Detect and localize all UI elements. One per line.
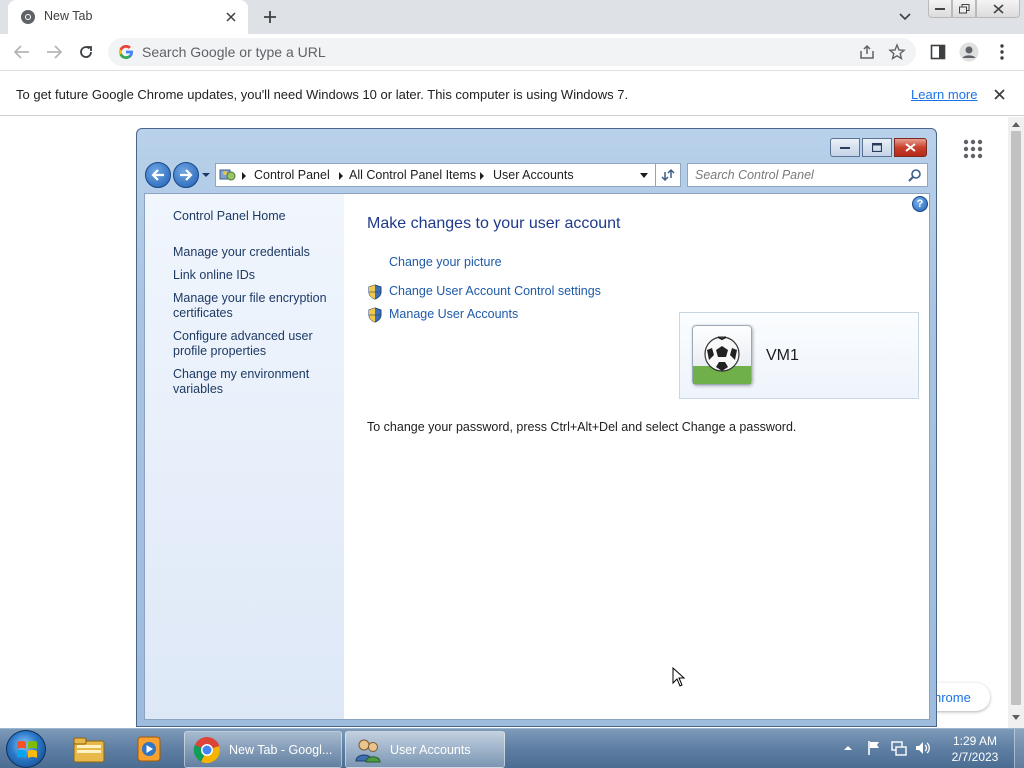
reload-icon[interactable]	[74, 40, 98, 64]
back-arrow-icon[interactable]	[10, 40, 34, 64]
change-picture-link[interactable]: Change your picture	[389, 255, 502, 269]
refresh-button[interactable]	[655, 163, 681, 187]
mouse-cursor-icon	[672, 667, 686, 687]
scrollbar-thumb[interactable]	[1011, 131, 1021, 705]
nav-link-online-ids[interactable]: Link online IDs	[173, 268, 333, 283]
media-player-taskbar-button[interactable]	[124, 731, 174, 767]
explorer-taskbar-button[interactable]	[64, 731, 114, 767]
show-desktop-button[interactable]	[1014, 729, 1024, 768]
breadcrumb-control-panel[interactable]: Control Panel	[254, 168, 330, 182]
address-dropdown-icon[interactable]	[640, 173, 648, 178]
taskbar-item-label: User Accounts	[390, 743, 471, 757]
omnibox-placeholder: Search Google or type a URL	[142, 44, 326, 60]
browser-close-button[interactable]	[976, 0, 1020, 18]
new-tab-icon[interactable]	[258, 6, 282, 28]
search-icon[interactable]	[908, 168, 922, 182]
nav-advanced-profile-properties[interactable]: Configure advanced user profile properti…	[173, 329, 333, 359]
learn-more-link[interactable]: Learn more	[911, 87, 977, 102]
chrome-icon	[193, 737, 220, 764]
breadcrumb-user-accounts[interactable]: User Accounts	[493, 168, 574, 182]
taskbar-item-chrome[interactable]: New Tab - Googl...	[184, 731, 342, 768]
forward-arrow-icon[interactable]	[42, 40, 66, 64]
clock-time: 1:29 AM	[952, 734, 998, 748]
tab-search-chevron-icon[interactable]	[895, 8, 915, 26]
user-name: VM1	[766, 347, 799, 364]
breadcrumb-separator-icon	[480, 172, 484, 180]
chrome-icon	[21, 10, 35, 24]
browser-restore-button[interactable]	[952, 0, 976, 18]
tab-close-icon[interactable]	[222, 8, 240, 26]
bookmark-star-icon[interactable]	[888, 43, 906, 61]
soccer-ball-icon	[693, 336, 751, 384]
nav-control-panel-home[interactable]: Control Panel Home	[173, 209, 333, 224]
show-hidden-icons-icon[interactable]	[843, 743, 853, 753]
nav-manage-credentials[interactable]: Manage your credentials	[173, 245, 333, 260]
control-panel-content: Control Panel Home Manage your credentia…	[144, 193, 930, 720]
uac-shield-icon	[368, 284, 382, 300]
control-panel-icon	[219, 169, 236, 181]
scroll-up-icon[interactable]	[1012, 121, 1020, 127]
start-button[interactable]	[6, 730, 46, 768]
search-placeholder: Search Control Panel	[695, 168, 814, 182]
forward-button[interactable]	[173, 162, 199, 188]
user-account-tile: VM1	[679, 312, 919, 399]
google-apps-grid-icon[interactable]	[963, 139, 983, 159]
share-icon[interactable]	[858, 43, 876, 61]
address-bar[interactable]: Control Panel All Control Panel Items Us…	[215, 163, 681, 187]
user-accounts-icon	[355, 739, 381, 763]
uac-settings-link[interactable]: Change User Account Control settings	[389, 284, 601, 298]
page-title: Make changes to your user account	[367, 215, 621, 232]
browser-toolbar: Search Google or type a URL	[0, 34, 1024, 70]
media-player-icon	[137, 736, 161, 762]
google-g-icon	[119, 45, 133, 59]
update-infobar: To get future Google Chrome updates, you…	[0, 70, 1024, 116]
windows-logo-icon	[17, 740, 37, 758]
task-pane: Control Panel Home Manage your credentia…	[145, 194, 344, 719]
customize-chrome-label: hrome	[934, 690, 971, 705]
uac-shield-icon	[368, 307, 382, 323]
system-clock[interactable]: 1:29 AM 2/7/2023	[940, 733, 1010, 765]
control-panel-window: Control Panel All Control Panel Items Us…	[136, 128, 937, 727]
volume-icon[interactable]	[915, 740, 931, 756]
infobar-close-icon[interactable]	[990, 85, 1008, 103]
infobar-message: To get future Google Chrome updates, you…	[16, 87, 629, 102]
explorer-icon	[73, 737, 105, 763]
browser-minimize-button[interactable]	[928, 0, 952, 18]
chrome-tab-strip: New Tab	[0, 0, 1024, 34]
omnibox-search-input[interactable]: Search Google or type a URL	[108, 38, 916, 66]
window-close-button[interactable]	[894, 138, 927, 157]
clock-date: 2/7/2023	[951, 750, 999, 764]
profile-avatar-icon[interactable]	[959, 42, 979, 62]
breadcrumb-all-items[interactable]: All Control Panel Items	[349, 168, 476, 182]
browser-tab[interactable]: New Tab	[8, 0, 248, 34]
taskbar-item-label: New Tab - Googl...	[229, 743, 333, 757]
tab-title: New Tab	[44, 9, 93, 23]
chrome-menu-icon[interactable]	[992, 42, 1012, 62]
scroll-down-icon[interactable]	[1012, 715, 1020, 721]
nav-file-encryption-certificates[interactable]: Manage your file encryption certificates	[173, 291, 333, 321]
refresh-icon	[661, 168, 675, 182]
window-title-bar[interactable]	[137, 129, 936, 163]
recent-pages-chevron-icon[interactable]	[201, 170, 211, 180]
nav-environment-variables[interactable]: Change my environment variables	[173, 367, 333, 397]
manage-user-accounts-link[interactable]: Manage User Accounts	[389, 307, 518, 321]
page-scrollbar[interactable]	[1008, 117, 1024, 729]
user-picture[interactable]	[692, 325, 752, 385]
password-instructions: To change your password, press Ctrl+Alt+…	[367, 420, 797, 434]
action-center-flag-icon[interactable]	[866, 740, 882, 756]
side-panel-icon[interactable]	[928, 42, 948, 62]
window-minimize-button[interactable]	[830, 138, 860, 157]
network-icon[interactable]	[891, 740, 907, 756]
help-icon[interactable]: ?	[912, 196, 928, 212]
window-maximize-button[interactable]	[862, 138, 892, 157]
breadcrumb-separator-icon	[339, 172, 343, 180]
taskbar-item-user-accounts[interactable]: User Accounts	[345, 731, 505, 768]
search-control-panel-input[interactable]: Search Control Panel	[687, 163, 928, 187]
back-button[interactable]	[145, 162, 171, 188]
windows-taskbar: New Tab - Googl... User Accounts 1:29 AM…	[0, 728, 1024, 768]
breadcrumb-separator-icon	[242, 172, 246, 180]
